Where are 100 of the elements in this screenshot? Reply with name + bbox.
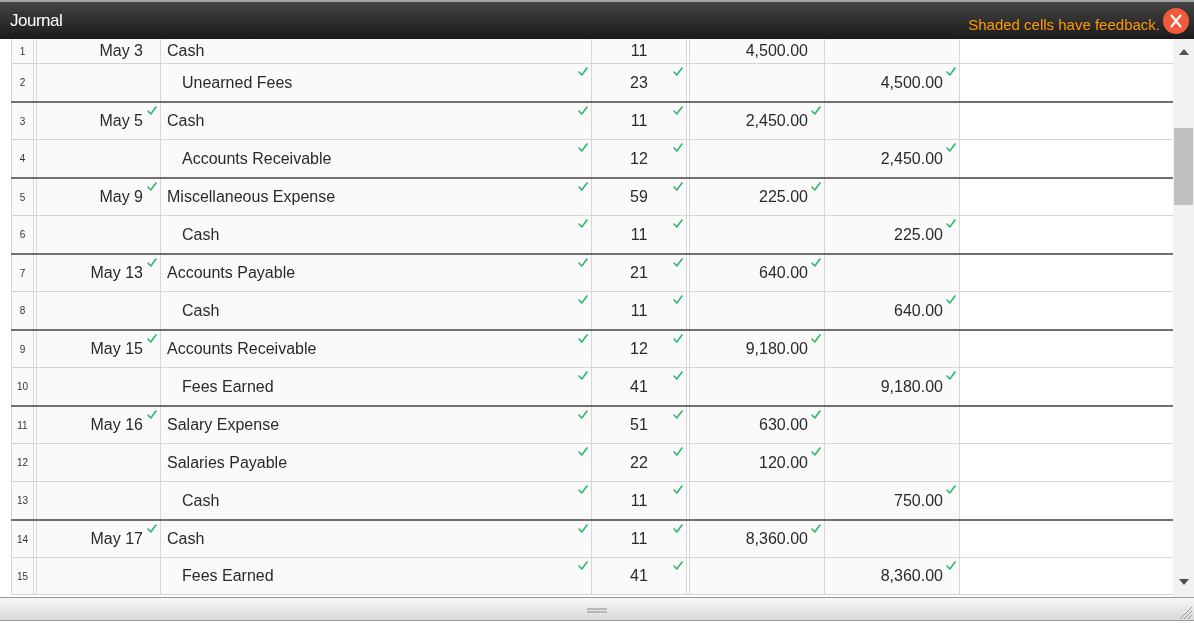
- date-cell[interactable]: [36, 64, 160, 101]
- account-cell[interactable]: Fees Earned: [160, 368, 591, 405]
- debit-cell[interactable]: [689, 482, 824, 519]
- account-cell[interactable]: Cash: [160, 482, 591, 519]
- scrollbar-thumb[interactable]: [1174, 128, 1193, 205]
- ref-cell[interactable]: 11: [591, 521, 687, 557]
- date-cell[interactable]: May 13: [36, 255, 160, 291]
- credit-cell[interactable]: 750.00: [824, 482, 960, 519]
- credit-cell[interactable]: [824, 179, 960, 215]
- check-icon: [673, 561, 683, 570]
- date-cell[interactable]: May 15: [36, 331, 160, 367]
- account-cell[interactable]: Unearned Fees: [160, 64, 591, 101]
- credit-cell[interactable]: 225.00: [824, 216, 960, 253]
- credit-cell[interactable]: [824, 39, 960, 63]
- debit-cell[interactable]: [689, 64, 824, 101]
- ref-cell[interactable]: 11: [591, 39, 687, 63]
- debit-cell[interactable]: [689, 216, 824, 253]
- date-cell[interactable]: May 17: [36, 521, 160, 557]
- date-cell[interactable]: [36, 368, 160, 405]
- ref-cell[interactable]: 41: [591, 368, 687, 405]
- check-icon: [946, 295, 956, 304]
- check-icon: [578, 561, 588, 570]
- line-number: 5: [11, 179, 34, 215]
- date-cell[interactable]: [36, 216, 160, 253]
- credit-cell[interactable]: [824, 103, 960, 139]
- ref-cell[interactable]: 11: [591, 292, 687, 329]
- account-cell[interactable]: Accounts Receivable: [160, 140, 591, 177]
- ref-cell[interactable]: 11: [591, 216, 687, 253]
- account-cell[interactable]: Cash: [160, 521, 591, 557]
- debit-cell[interactable]: 4,500.00: [689, 39, 824, 63]
- debit-cell[interactable]: 120.00: [689, 444, 824, 481]
- check-icon: [578, 67, 588, 76]
- ref-cell[interactable]: 11: [591, 103, 687, 139]
- date-cell[interactable]: [36, 444, 160, 481]
- ref-cell[interactable]: 12: [591, 331, 687, 367]
- resize-grip-icon[interactable]: [1180, 607, 1192, 619]
- check-icon: [811, 447, 821, 456]
- ref-cell[interactable]: 21: [591, 255, 687, 291]
- date-cell[interactable]: [36, 140, 160, 177]
- date-cell[interactable]: May 5: [36, 103, 160, 139]
- account-cell[interactable]: Accounts Receivable: [160, 331, 591, 367]
- scroll-up-icon[interactable]: [1178, 49, 1189, 55]
- ref-cell[interactable]: 11: [591, 482, 687, 519]
- line-number: 6: [11, 216, 34, 253]
- credit-cell[interactable]: 8,360.00: [824, 558, 960, 594]
- account-cell[interactable]: Fees Earned: [160, 558, 591, 594]
- date-cell[interactable]: May 16: [36, 407, 160, 443]
- resize-bar[interactable]: [0, 597, 1194, 621]
- account-cell[interactable]: Salaries Payable: [160, 444, 591, 481]
- credit-cell[interactable]: [824, 521, 960, 557]
- date-cell[interactable]: May 3: [36, 39, 160, 63]
- ref-cell[interactable]: 22: [591, 444, 687, 481]
- date-cell[interactable]: May 9: [36, 179, 160, 215]
- debit-cell[interactable]: 9,180.00: [689, 331, 824, 367]
- account-cell[interactable]: Cash: [160, 39, 591, 63]
- debit-cell[interactable]: [689, 292, 824, 329]
- scrollbar-track[interactable]: [1173, 39, 1194, 597]
- account-cell[interactable]: Cash: [160, 103, 591, 139]
- debit-cell[interactable]: 225.00: [689, 179, 824, 215]
- line-number: 9: [11, 331, 34, 367]
- credit-cell[interactable]: [824, 407, 960, 443]
- scroll-down-icon[interactable]: [1178, 579, 1189, 585]
- debit-cell[interactable]: [689, 140, 824, 177]
- feedback-notice: Shaded cells have feedback.: [968, 16, 1160, 32]
- account-cell[interactable]: Cash: [160, 292, 591, 329]
- check-icon: [578, 219, 588, 228]
- ref-cell[interactable]: 41: [591, 558, 687, 594]
- check-icon: [673, 371, 683, 380]
- date-cell[interactable]: [36, 558, 160, 594]
- date-cell[interactable]: [36, 482, 160, 519]
- credit-cell[interactable]: [824, 255, 960, 291]
- credit-cell[interactable]: 2,450.00: [824, 140, 960, 177]
- line-number: 10: [11, 368, 34, 405]
- debit-cell[interactable]: 630.00: [689, 407, 824, 443]
- credit-cell[interactable]: 640.00: [824, 292, 960, 329]
- check-icon: [673, 524, 683, 533]
- ref-cell[interactable]: 23: [591, 64, 687, 101]
- credit-cell[interactable]: 9,180.00: [824, 368, 960, 405]
- date-cell[interactable]: [36, 292, 160, 329]
- debit-cell[interactable]: 8,360.00: [689, 521, 824, 557]
- account-cell[interactable]: Miscellaneous Expense: [160, 179, 591, 215]
- check-icon: [811, 410, 821, 419]
- close-icon[interactable]: [1163, 7, 1189, 34]
- account-cell[interactable]: Accounts Payable: [160, 255, 591, 291]
- ref-cell[interactable]: 51: [591, 407, 687, 443]
- debit-cell[interactable]: [689, 368, 824, 405]
- credit-cell[interactable]: [824, 444, 960, 481]
- debit-cell[interactable]: 2,450.00: [689, 103, 824, 139]
- account-cell[interactable]: Cash: [160, 216, 591, 253]
- line-number: 11: [11, 407, 34, 443]
- credit-cell[interactable]: [824, 331, 960, 367]
- debit-cell[interactable]: 640.00: [689, 255, 824, 291]
- debit-cell[interactable]: [689, 558, 824, 594]
- credit-cell[interactable]: 4,500.00: [824, 64, 960, 101]
- account-cell[interactable]: Salary Expense: [160, 407, 591, 443]
- line-number: 15: [11, 558, 34, 594]
- check-icon: [946, 485, 956, 494]
- ref-cell[interactable]: 59: [591, 179, 687, 215]
- ref-cell[interactable]: 12: [591, 140, 687, 177]
- grip-icon[interactable]: [587, 607, 607, 613]
